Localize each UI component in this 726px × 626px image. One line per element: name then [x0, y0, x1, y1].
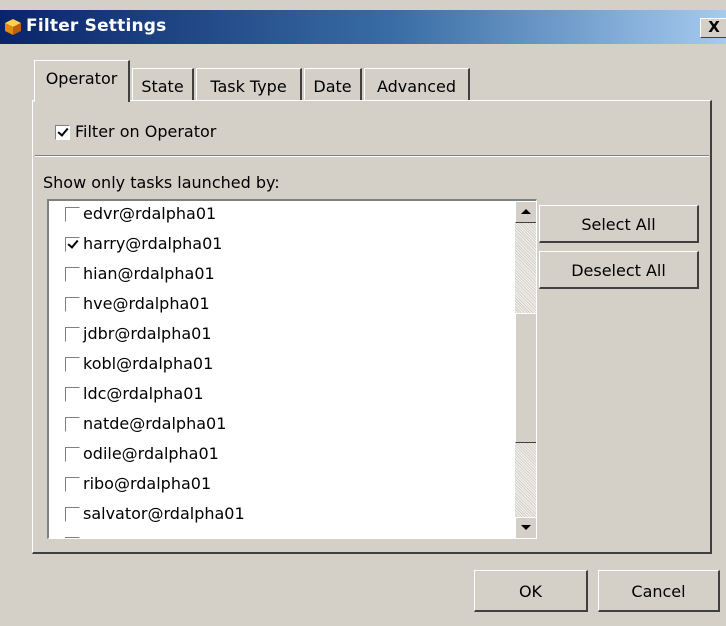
- item-label: ribo@rdalpha01: [83, 474, 212, 493]
- app-cube-icon: [4, 18, 22, 36]
- item-label: edvr@rdalpha01: [83, 204, 217, 223]
- item-checkbox[interactable]: [65, 207, 80, 222]
- filter-settings-dialog: Filter Settings X Operator State Task Ty…: [0, 0, 726, 626]
- item-checkbox[interactable]: [65, 417, 80, 432]
- item-label: odile@rdalpha01: [83, 444, 219, 463]
- item-label: ldc@rdalpha01: [83, 384, 204, 403]
- item-label: hve@rdalpha01: [83, 294, 210, 313]
- deselect-all-button[interactable]: Deselect All: [539, 251, 699, 289]
- item-label: harry@rdalpha01: [83, 234, 223, 253]
- list-heading: Show only tasks launched by:: [43, 173, 280, 192]
- ok-button[interactable]: OK: [474, 570, 588, 612]
- arrow-down-icon: [521, 525, 531, 530]
- item-checkbox[interactable]: [65, 237, 80, 252]
- tab-state[interactable]: State: [132, 68, 194, 100]
- tab-label: Task Type: [210, 77, 287, 96]
- operator-tab-panel: Filter on Operator Show only tasks launc…: [32, 100, 712, 554]
- tab-label: Advanced: [376, 77, 457, 96]
- vertical-scrollbar[interactable]: [515, 201, 536, 538]
- filter-on-operator-label[interactable]: Filter on Operator: [75, 122, 216, 141]
- cancel-button[interactable]: Cancel: [598, 570, 720, 612]
- tab-label: Operator: [45, 69, 118, 88]
- item-checkbox[interactable]: [65, 447, 80, 462]
- item-label: salvator@rdalpha01: [83, 504, 245, 523]
- item-checkbox[interactable]: [65, 537, 80, 538]
- scroll-thumb[interactable]: [515, 313, 536, 443]
- scroll-down-button[interactable]: [515, 517, 536, 538]
- arrow-up-icon: [521, 209, 531, 214]
- item-checkbox[interactable]: [65, 327, 80, 342]
- tab-date[interactable]: Date: [304, 68, 362, 100]
- item-label: hian@rdalpha01: [83, 264, 215, 283]
- item-checkbox[interactable]: [65, 507, 80, 522]
- operator-listbox[interactable]: edvr@rdalpha01 harry@rdalpha01 hian@rdal…: [47, 199, 537, 539]
- item-checkbox[interactable]: [65, 267, 80, 282]
- select-all-button[interactable]: Select All: [539, 205, 699, 243]
- tab-advanced[interactable]: Advanced: [364, 68, 470, 100]
- close-button[interactable]: X: [700, 18, 726, 38]
- title-bar[interactable]: Filter Settings X: [0, 10, 726, 44]
- dialog-title: Filter Settings: [26, 16, 167, 36]
- tab-operator[interactable]: Operator: [34, 60, 130, 102]
- item-label: jdbr@rdalpha01: [83, 324, 212, 343]
- item-checkbox[interactable]: [65, 357, 80, 372]
- tab-label: State: [141, 77, 184, 96]
- separator-highlight: [35, 156, 709, 157]
- item-checkbox[interactable]: [65, 297, 80, 312]
- scroll-up-button[interactable]: [515, 201, 536, 223]
- item-checkbox[interactable]: [65, 387, 80, 402]
- item-checkbox[interactable]: [65, 477, 80, 492]
- item-label: kobl@rdalpha01: [83, 354, 214, 373]
- filter-on-operator-checkbox[interactable]: [55, 125, 70, 140]
- tab-task-type[interactable]: Task Type: [196, 68, 302, 100]
- item-label: natde@rdalpha01: [83, 414, 227, 433]
- tab-label: Date: [313, 77, 352, 96]
